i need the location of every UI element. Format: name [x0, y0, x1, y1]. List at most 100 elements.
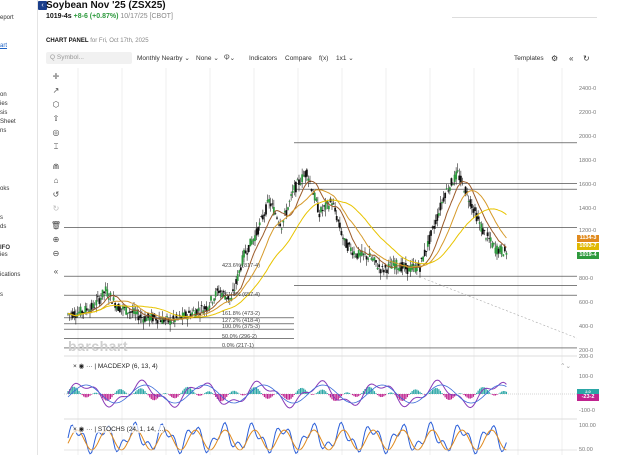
- layout-dropdown[interactable]: 1x1 ⌄: [336, 51, 354, 66]
- lock-icon[interactable]: ⌂: [50, 176, 62, 185]
- candle-body: [148, 316, 151, 322]
- fx-button[interactable]: f(x): [319, 51, 328, 66]
- chart-type-dropdown[interactable]: Ⴔ⌄: [224, 51, 235, 66]
- macd-histogram-bar: [290, 394, 292, 399]
- candle-body: [103, 291, 106, 294]
- macd-label[interactable]: × ◉ ··· | MACDEXP (6, 13, 4): [73, 362, 158, 370]
- macd-histogram-bar: [444, 394, 446, 398]
- macd-histogram-bar: [155, 394, 157, 400]
- pane-collapse-icon[interactable]: ⌃⌄: [560, 362, 571, 370]
- line-tool-icon[interactable]: ↗: [50, 86, 62, 95]
- macd-histogram-bar: [387, 393, 390, 394]
- zoom-in-icon[interactable]: ⊕: [50, 235, 62, 244]
- refresh-icon[interactable]: ↻: [583, 51, 590, 66]
- sidebar-item[interactable]: ns: [0, 128, 6, 134]
- magnet-icon[interactable]: ⋒: [50, 162, 62, 171]
- redo-icon[interactable]: ↻: [50, 204, 62, 213]
- macd-histogram-bar: [348, 392, 350, 394]
- macd-histogram-bar: [84, 394, 86, 398]
- sidebar-item[interactable]: art: [0, 43, 7, 49]
- macd-histogram-bar: [241, 394, 244, 396]
- candle-body: [321, 209, 324, 211]
- sidebar-item[interactable]: ications: [0, 272, 20, 278]
- crosshair-icon[interactable]: ✛: [50, 72, 62, 81]
- sidebar-item[interactable]: ies: [0, 101, 8, 107]
- candle-body: [477, 216, 480, 220]
- gear-icon[interactable]: ⚙: [551, 51, 558, 66]
- macd-histogram-bar: [354, 394, 357, 397]
- candle-body: [423, 249, 426, 256]
- price-axis[interactable]: 2400-0 2200-0 2000-0 1800-0 1600-0 1400-…: [577, 68, 625, 455]
- sidebar-item[interactable]: eport: [0, 15, 14, 21]
- measure-tool-icon[interactable]: ⌶: [50, 142, 62, 152]
- candle-body: [84, 305, 87, 313]
- candle-body: [214, 291, 217, 297]
- undo-icon[interactable]: ↺: [50, 190, 62, 199]
- candle-body: [145, 317, 148, 322]
- chart-canvas[interactable]: [64, 68, 577, 455]
- macd-histogram-bar: [504, 391, 506, 394]
- candle-body: [467, 201, 470, 202]
- macd-histogram-bar: [345, 392, 347, 394]
- axis-tick: 1800-0: [579, 158, 597, 164]
- sidebar-item[interactable]: IFO: [0, 245, 10, 251]
- sidebar-item[interactable]: oks: [0, 186, 9, 192]
- compare-button[interactable]: Compare: [285, 51, 312, 66]
- sidebar-item[interactable]: ds: [0, 224, 6, 230]
- interval-dropdown[interactable]: Monthly Nearby ⌄: [137, 51, 190, 66]
- collapse-tools-icon[interactable]: «: [50, 267, 62, 276]
- symbol-search-input[interactable]: Q Symbol...: [46, 52, 132, 64]
- sidebar-item[interactable]: sis: [0, 110, 7, 116]
- macd-histogram-bar: [75, 387, 77, 394]
- pattern-tool-icon[interactable]: ◎: [50, 128, 62, 137]
- candle-body: [335, 216, 338, 221]
- candle-body: [123, 307, 126, 309]
- macd-histogram-bar: [296, 390, 299, 394]
- macd-histogram-bar: [125, 392, 127, 394]
- macd-histogram-bar: [112, 394, 115, 395]
- macd-histogram-bar: [227, 394, 229, 395]
- candle-body: [437, 213, 440, 216]
- macd-histogram-bar: [117, 389, 119, 394]
- macd-histogram-bar: [315, 393, 317, 394]
- candle-body: [499, 245, 502, 253]
- macd-histogram-bar: [441, 392, 443, 394]
- candle-body: [235, 279, 238, 284]
- trash-icon[interactable]: 🗑: [50, 221, 62, 230]
- macd-histogram-bar: [411, 391, 413, 394]
- none-dropdown[interactable]: None ⌄: [196, 51, 219, 66]
- macd-histogram-bar: [469, 394, 471, 399]
- macd-histogram-bar: [428, 392, 431, 394]
- sidebar-item[interactable]: s: [0, 215, 3, 221]
- arrow-tool-icon[interactable]: ⇧: [50, 114, 62, 123]
- macd-histogram-bar: [180, 392, 182, 394]
- macd-histogram-bar: [95, 392, 97, 394]
- candle-body: [268, 198, 271, 203]
- sidebar-item[interactable]: s: [0, 292, 3, 298]
- stoch-label[interactable]: × ◉ ··· | STOCHS (24, 1, 14, ...): [73, 425, 166, 433]
- shape-tool-icon[interactable]: ⬡: [50, 100, 62, 109]
- macd-histogram-bar: [477, 390, 479, 394]
- macd-histogram-bar: [133, 393, 135, 394]
- zoom-out-icon[interactable]: ⊖: [50, 249, 62, 258]
- indicators-button[interactable]: Indicators: [249, 51, 277, 66]
- candle-body: [217, 290, 220, 294]
- fib-label: 0.0% (217-1): [222, 343, 254, 349]
- macd-histogram-bar: [351, 394, 354, 396]
- candle-body: [439, 202, 442, 211]
- macd-histogram-bar: [257, 388, 259, 394]
- candle-body: [140, 317, 143, 318]
- macd-histogram-bar: [149, 394, 151, 398]
- candle-body: [269, 203, 272, 207]
- candle-body: [349, 247, 352, 252]
- axis-tick: 2000-0: [579, 134, 597, 140]
- templates-button[interactable]: Templates: [514, 51, 544, 66]
- price-chart[interactable]: [64, 68, 577, 455]
- macd-histogram-bar: [182, 390, 184, 394]
- macd-histogram-bar: [178, 394, 181, 395]
- candle-body: [260, 216, 263, 218]
- sidebar-item[interactable]: on: [0, 92, 7, 98]
- chevrons-up-icon[interactable]: «: [569, 51, 573, 66]
- sidebar-item[interactable]: ies: [0, 252, 8, 258]
- sidebar-item[interactable]: Sheet: [0, 119, 16, 125]
